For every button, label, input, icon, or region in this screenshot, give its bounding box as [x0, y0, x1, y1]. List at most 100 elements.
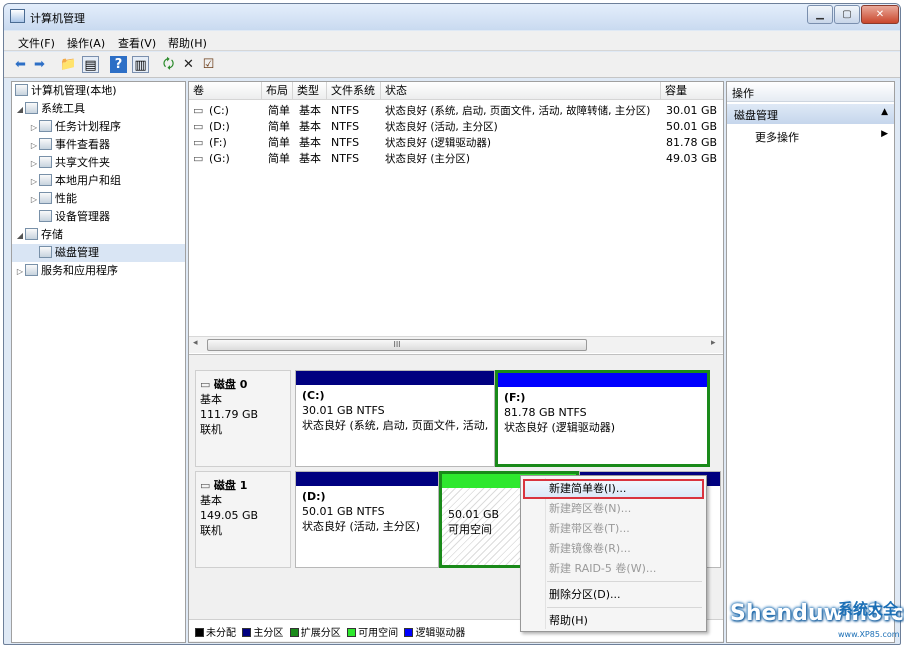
maximize-button[interactable]: ▢ [834, 5, 860, 24]
show-action-pane-icon[interactable]: ▥ [132, 56, 149, 73]
menu-help[interactable]: 帮助(H) [549, 612, 588, 630]
expand-right-icon[interactable]: ▷ [29, 173, 39, 191]
title-bar: 计算机管理 ▁ ▢ ✕ [4, 4, 900, 30]
event-log-icon [39, 138, 52, 150]
cell-status: 状态良好 (主分区) [385, 153, 471, 165]
scroll-left-icon[interactable]: ◂ [193, 338, 198, 348]
tree-item-shared-folders[interactable]: ▷ 共享文件夹 [12, 154, 185, 172]
menu-delete-partition[interactable]: 删除分区(D)... [549, 586, 621, 604]
forward-icon[interactable]: ➡ [31, 56, 48, 73]
cell-filesystem: NTFS [331, 120, 360, 133]
disk-0-label[interactable]: ▭ 磁盘 0 基本 111.79 GB 联机 [195, 370, 291, 467]
disk-0-type: 基本 [200, 393, 222, 406]
menu-new-simple-volume[interactable]: 新建简单卷(I)... [549, 480, 626, 498]
cell-capacity: 49.03 GB [666, 152, 718, 165]
back-icon[interactable]: ⬅ [12, 56, 29, 73]
tree-item-event-viewer[interactable]: ▷ 事件查看器 [12, 136, 185, 154]
shared-folder-icon [39, 156, 52, 168]
actions-pane: 操作 磁盘管理 ▲ 更多操作 ▶ [726, 81, 895, 643]
cell-volume: (D:) [209, 120, 230, 133]
column-volume[interactable]: 卷 [189, 82, 262, 100]
menu-action[interactable]: 操作(A) [67, 35, 105, 51]
expand-right-icon[interactable]: ▷ [29, 119, 39, 137]
minimize-button[interactable]: ▁ [807, 5, 833, 24]
refresh-icon[interactable]: 🗘 [160, 56, 177, 73]
menu-new-raid5-volume[interactable]: 新建 RAID-5 卷(W)... [549, 560, 656, 578]
menu-file[interactable]: 文件(F) [18, 35, 55, 51]
tree-item-performance[interactable]: ▷ 性能 [12, 190, 185, 208]
cell-capacity: 50.01 GB [666, 120, 718, 133]
disk-1-label[interactable]: ▭ 磁盘 1 基本 149.05 GB 联机 [195, 471, 291, 568]
computer-management-icon [10, 9, 25, 23]
show-tree-icon[interactable]: ▤ [82, 56, 99, 73]
main-window: 计算机管理 ▁ ▢ ✕ 文件(F) 操作(A) 查看(V) 帮助(H) ⬅ ➡ … [3, 3, 901, 645]
expand-right-icon[interactable]: ▷ [15, 263, 25, 281]
expand-right-icon[interactable]: ▷ [29, 137, 39, 155]
expand-right-icon[interactable]: ▷ [29, 191, 39, 209]
tree-item-system-tools[interactable]: ◢ 系统工具 [12, 100, 185, 118]
clock-icon [39, 120, 52, 132]
actions-section[interactable]: 磁盘管理 ▲ [727, 104, 894, 124]
cell-volume: (C:) [209, 104, 229, 117]
volume-table-header: 卷 布局 类型 文件系统 状态 容量 [189, 82, 723, 100]
collapse-up-icon[interactable]: ▲ [881, 107, 888, 117]
tree-item-task-scheduler[interactable]: ▷ 任务计划程序 [12, 118, 185, 136]
help-icon[interactable]: ? [110, 56, 127, 73]
drive-icon: ▭ [193, 120, 204, 133]
logical-swatch [404, 628, 414, 637]
more-actions-item[interactable]: 更多操作 ▶ [727, 126, 894, 146]
partition-f[interactable]: (F:) 81.78 GB NTFS 状态良好 (逻辑驱动器) [495, 370, 710, 467]
expand-down-icon[interactable]: ◢ [15, 227, 25, 245]
table-row[interactable]: ▭ (G:) 简单 基本 NTFS 状态良好 (主分区) 49.03 GB [189, 151, 723, 167]
partition-label: (D:) [302, 490, 326, 503]
cell-filesystem: NTFS [331, 136, 360, 149]
cell-type: 基本 [299, 104, 321, 117]
expand-down-icon[interactable]: ◢ [15, 101, 25, 119]
horizontal-scrollbar[interactable]: ◂ III ▸ [189, 336, 723, 353]
cell-volume: (G:) [209, 152, 230, 165]
expand-right-icon[interactable]: ▷ [29, 155, 39, 173]
delete-icon[interactable]: ✕ [180, 56, 197, 73]
tree-item-local-users[interactable]: ▷ 本地用户和组 [12, 172, 185, 190]
menu-view[interactable]: 查看(V) [118, 35, 156, 51]
tools-icon [25, 102, 38, 114]
tree-item-device-manager[interactable]: 设备管理器 [12, 208, 185, 226]
properties-icon[interactable]: ☑ [200, 56, 217, 73]
close-button[interactable]: ✕ [861, 5, 899, 24]
primary-partition-bar [296, 371, 494, 385]
free-swatch [347, 628, 357, 637]
menu-new-striped-volume[interactable]: 新建带区卷(T)... [549, 520, 630, 538]
cell-layout: 简单 [268, 104, 290, 117]
up-folder-icon[interactable]: 📁 [60, 56, 77, 73]
tree-item-services[interactable]: ▷ 服务和应用程序 [12, 262, 185, 280]
submenu-arrow-icon: ▶ [881, 129, 888, 139]
column-capacity[interactable]: 容量 [661, 82, 723, 100]
partition-status: 状态良好 (逻辑驱动器) [504, 421, 616, 434]
column-layout[interactable]: 布局 [262, 82, 293, 100]
tree-item-root[interactable]: 计算机管理(本地) [12, 82, 185, 100]
cell-filesystem: NTFS [331, 104, 360, 117]
partition-c[interactable]: (C:) 30.01 GB NTFS 状态良好 (系统, 启动, 页面文件, 活… [295, 370, 495, 467]
partition-size: 81.78 GB NTFS [504, 406, 587, 419]
users-icon [39, 174, 52, 186]
menu-gutter [545, 478, 546, 629]
tree-item-disk-management[interactable]: 磁盘管理 [12, 244, 185, 262]
column-type[interactable]: 类型 [293, 82, 327, 100]
menu-new-mirrored-volume[interactable]: 新建镜像卷(R)... [549, 540, 631, 558]
menu-new-spanned-volume[interactable]: 新建跨区卷(N)... [549, 500, 631, 518]
disk-0-size: 111.79 GB [200, 408, 259, 421]
tree-item-storage[interactable]: ◢ 存储 [12, 226, 185, 244]
table-row[interactable]: ▭ (D:) 简单 基本 NTFS 状态良好 (活动, 主分区) 50.01 G… [189, 119, 723, 135]
table-row[interactable]: ▭ (C:) 简单 基本 NTFS 状态良好 (系统, 启动, 页面文件, 活动… [189, 103, 723, 119]
disk-icon: ▭ [200, 479, 214, 492]
cell-layout: 简单 [268, 120, 290, 133]
column-filesystem[interactable]: 文件系统 [327, 82, 381, 100]
storage-icon [25, 228, 38, 240]
drive-icon: ▭ [193, 136, 204, 149]
partition-d[interactable]: (D:) 50.01 GB NTFS 状态良好 (活动, 主分区) [295, 471, 439, 568]
column-status[interactable]: 状态 [381, 82, 661, 100]
scroll-thumb[interactable]: III [207, 339, 587, 351]
menu-help[interactable]: 帮助(H) [168, 35, 207, 51]
table-row[interactable]: ▭ (F:) 简单 基本 NTFS 状态良好 (逻辑驱动器) 81.78 GB [189, 135, 723, 151]
scroll-right-icon[interactable]: ▸ [711, 338, 716, 348]
